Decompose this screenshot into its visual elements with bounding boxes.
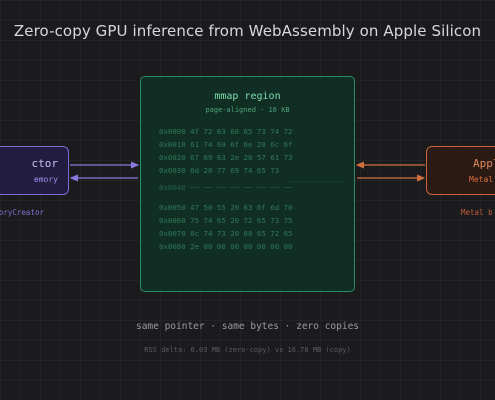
connector-arrows — [69, 161, 426, 183]
footer-rss-note: RSS delta: 0.03 MB (zero-copy) vs 16.78 … — [144, 346, 351, 354]
footer-tagline: same pointer · same bytes · zero copies — [135, 321, 360, 332]
